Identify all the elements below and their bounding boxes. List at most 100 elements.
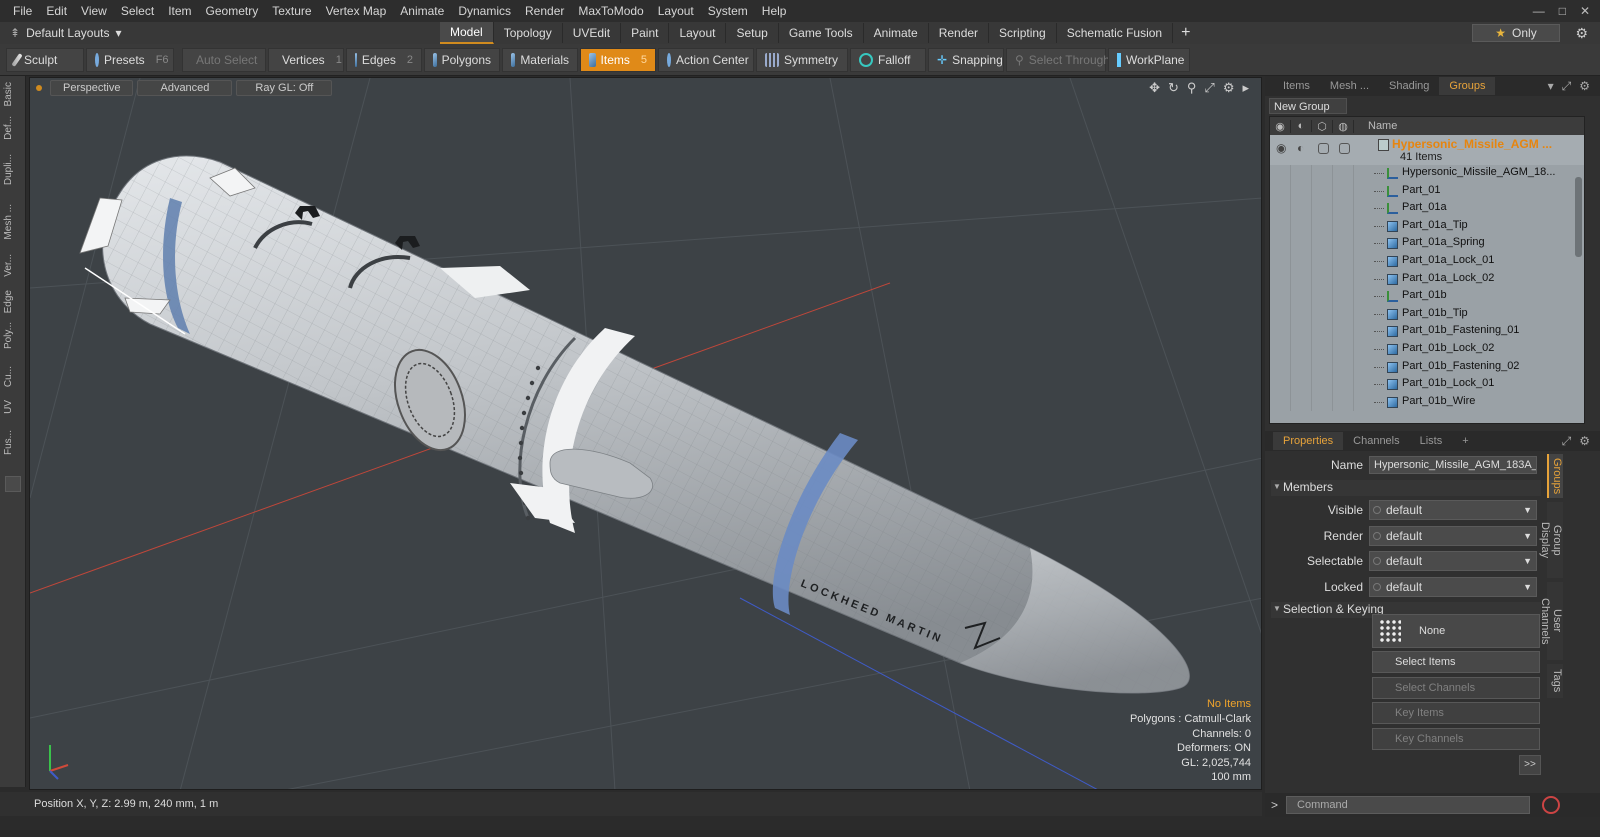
select-channels-button[interactable]: Select Channels (1372, 677, 1540, 699)
polygons-button[interactable]: Polygons (424, 47, 500, 72)
render-toggle-icon[interactable]: ◐ (1297, 141, 1304, 155)
panel-gear-icon[interactable]: ⚙ (1579, 79, 1590, 94)
tab-dropdown-icon[interactable]: ▾ (1548, 79, 1554, 94)
rotate-icon[interactable]: ↻ (1168, 80, 1179, 96)
tree-item-row[interactable]: Part_01a_Spring (1270, 235, 1584, 253)
tree-item-row[interactable]: Part_01 (1270, 182, 1584, 201)
collapse-icon[interactable]: ⇞ (10, 26, 20, 40)
materials-button[interactable]: Materials (502, 47, 578, 72)
tree-item-row[interactable]: Part_01b_Tip (1270, 305, 1584, 324)
menu-maxtomodo[interactable]: MaxToModo (571, 0, 650, 22)
selectable-select[interactable]: default ▼ (1369, 551, 1537, 571)
group-row[interactable]: ◉ ◐ Hypersonic_Missile_AGM ... 41 Items (1270, 135, 1584, 165)
more-button[interactable]: >> (1519, 755, 1541, 775)
eye-icon[interactable]: ◉ (1276, 141, 1286, 155)
falloff-button[interactable]: Falloff (850, 47, 926, 72)
left-tab-mesh[interactable]: Mesh ... (3, 204, 23, 240)
new-group-button[interactable]: New Group (1269, 98, 1347, 114)
name-column-header[interactable]: Name (1354, 120, 1397, 132)
menu-system[interactable]: System (701, 0, 755, 22)
select-toggle[interactable] (1318, 143, 1329, 154)
members-section[interactable]: ▼ Members (1271, 480, 1541, 496)
tab-scripting[interactable]: Scripting (989, 23, 1057, 43)
tab-layout[interactable]: Layout (669, 23, 727, 43)
tab-animate[interactable]: Animate (864, 23, 929, 43)
tab-schematic-fusion[interactable]: Schematic Fusion (1057, 23, 1174, 43)
raygl-button[interactable]: Ray GL: Off (236, 80, 333, 96)
tab-mesh[interactable]: Mesh ... (1320, 77, 1379, 95)
menu-item[interactable]: Item (161, 0, 198, 22)
tab-groups[interactable]: Groups (1439, 77, 1496, 95)
tree-scrollbar[interactable] (1575, 177, 1582, 257)
menu-view[interactable]: View (74, 0, 114, 22)
action-center-button[interactable]: Action Center (658, 47, 754, 72)
left-tab-deform[interactable]: Def... (3, 116, 23, 140)
tree-item-row[interactable]: Hypersonic_Missile_AGM_18... (1270, 165, 1584, 183)
tree-item-row[interactable]: Part_01a_Lock_02 (1270, 270, 1584, 289)
tree-item-row[interactable]: Part_01b_Fastening_01 (1270, 323, 1584, 341)
left-tab-vertex[interactable]: Ver... (3, 254, 23, 277)
zoom-icon[interactable]: ⚲ (1187, 80, 1197, 96)
auto-select-button[interactable]: Auto Select (182, 47, 266, 72)
side-tab-group-display[interactable]: Group Display (1539, 502, 1563, 578)
tab-uvedit[interactable]: UVEdit (563, 23, 622, 43)
view-mode-button[interactable]: Perspective (50, 80, 134, 96)
tree-item-row[interactable]: Part_01b (1270, 288, 1584, 306)
menu-edit[interactable]: Edit (39, 0, 74, 22)
tab-items[interactable]: Items (1273, 77, 1320, 95)
visible-select[interactable]: default ▼ (1369, 500, 1537, 520)
tree-item-row[interactable]: Part_01a (1270, 200, 1584, 218)
tab-model[interactable]: Model (440, 22, 494, 44)
props-expand-icon[interactable]: ⤢ (1562, 434, 1572, 449)
menu-render[interactable]: Render (518, 0, 571, 22)
symmetry-button[interactable]: Symmetry (756, 47, 848, 72)
left-tab-basic[interactable]: Basic (3, 82, 23, 106)
none-button[interactable]: None (1372, 614, 1540, 648)
select-column-icon[interactable]: ⬡ (1312, 119, 1333, 133)
tree-item-row[interactable]: Part_01b_Lock_02 (1270, 340, 1584, 359)
tab-paint[interactable]: Paint (621, 23, 670, 43)
key-items-button[interactable]: Key Items (1372, 702, 1540, 724)
panel-expand-icon[interactable]: ⤢ (1562, 79, 1572, 94)
tab-game-tools[interactable]: Game Tools (779, 23, 864, 43)
tree-item-row[interactable]: Part_01a_Tip (1270, 217, 1584, 236)
side-tab-groups[interactable]: Groups (1547, 454, 1563, 498)
fit-icon[interactable]: ⤢ (1204, 80, 1214, 96)
left-tab-duplicate[interactable]: Dupli... (3, 154, 23, 185)
tree-item-row[interactable]: Part_01b_Lock_01 (1270, 376, 1584, 394)
select-through-button[interactable]: ⚲ Select Through (1006, 47, 1110, 72)
lock-column-icon[interactable]: ◍ (1333, 119, 1354, 133)
expand-arrow-icon[interactable]: ▸ (1242, 80, 1249, 96)
tree-item-row[interactable]: Part_01b_Wire (1270, 393, 1584, 412)
select-items-button[interactable]: Select Items (1372, 651, 1540, 673)
tree-item-row[interactable]: Part_01b_Fastening_02 (1270, 358, 1584, 377)
left-tab-fusion[interactable]: Fus... (3, 430, 23, 455)
tab-setup[interactable]: Setup (726, 23, 779, 43)
gear-icon[interactable]: ⚙ (1575, 25, 1588, 42)
render-column-icon[interactable]: ◐ (1291, 120, 1312, 132)
command-input[interactable]: Command (1286, 796, 1531, 814)
shading-mode-button[interactable]: Advanced (137, 80, 233, 96)
render-select[interactable]: default ▼ (1369, 526, 1537, 546)
add-tab-icon[interactable]: + (1173, 24, 1198, 42)
tab-topology[interactable]: Topology (494, 23, 563, 43)
presets-button[interactable]: Presets F6 (86, 47, 174, 72)
menu-animate[interactable]: Animate (393, 0, 451, 22)
props-gear-icon[interactable]: ⚙ (1579, 434, 1590, 449)
left-strip-expand-button[interactable] (5, 476, 21, 492)
edges-button[interactable]: Edges 2 (346, 47, 422, 72)
layout-selector[interactable]: ⇞ Default Layouts ▾ (0, 26, 440, 40)
group-name-field[interactable]: Hypersonic_Missile_AGM_183A_A (1369, 456, 1537, 474)
menu-texture[interactable]: Texture (265, 0, 318, 22)
vertices-button[interactable]: Vertices 1 (268, 47, 344, 72)
tab-lists[interactable]: Lists (1410, 432, 1453, 450)
snapping-button[interactable]: ✛ Snapping (928, 47, 1004, 72)
locked-select[interactable]: default ▼ (1369, 577, 1537, 597)
items-button[interactable]: Items 5 (580, 47, 656, 72)
pan-icon[interactable]: ✥ (1149, 80, 1160, 96)
left-tab-edge[interactable]: Edge (3, 290, 23, 313)
tree-item-row[interactable]: Part_01a_Lock_01 (1270, 252, 1584, 271)
workplane-button[interactable]: WorkPlane (1108, 47, 1190, 72)
3d-viewport[interactable]: LOCKHEED MARTIN Perspective Advanced Ray… (29, 77, 1262, 790)
groups-tree[interactable]: ◉ ◐ ⬡ ◍ Name ◉ ◐ Hypersonic_Missile_AGM … (1269, 116, 1585, 424)
